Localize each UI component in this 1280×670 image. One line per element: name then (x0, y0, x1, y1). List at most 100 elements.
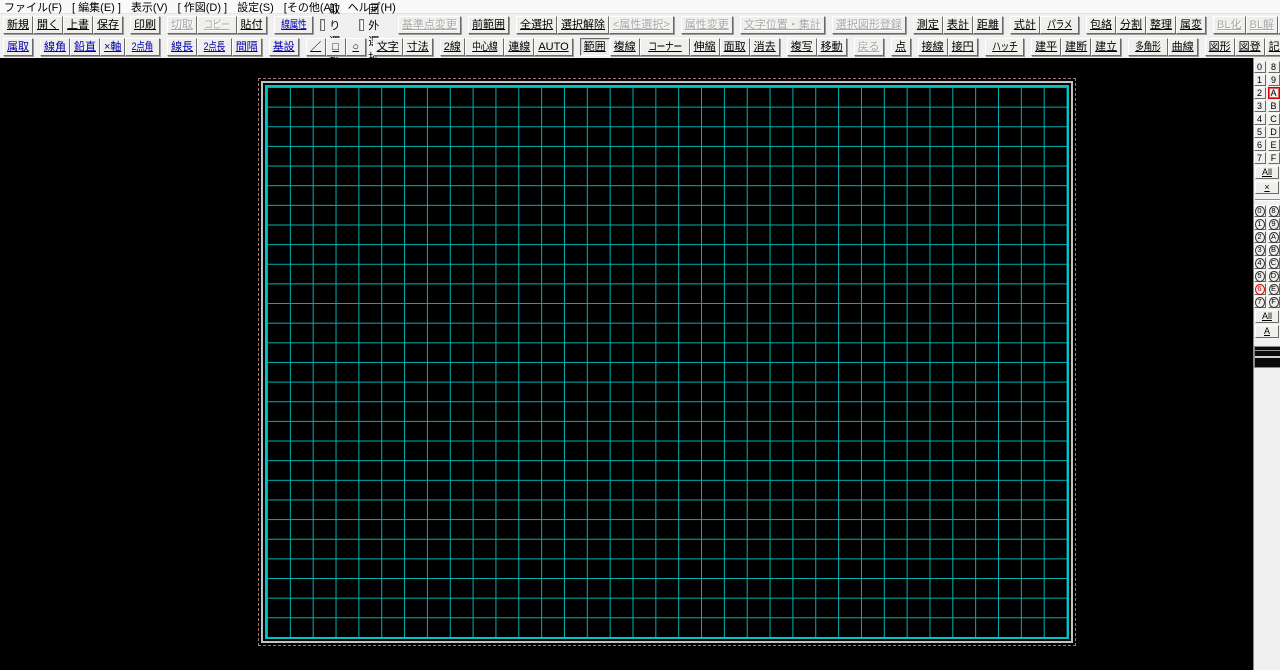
layer-btn-8[interactable]: 8 (1267, 61, 1280, 73)
copy-shape-button[interactable]: 複写 (786, 38, 817, 56)
layer-group-btn-0[interactable]: 0 (1253, 205, 1266, 217)
double-line-button[interactable]: 2線 (439, 38, 465, 56)
layer-btn-C[interactable]: C (1267, 113, 1280, 125)
previous-range-button[interactable]: 前範囲 (468, 16, 509, 34)
line-attribute-swatch[interactable] (1253, 346, 1280, 368)
tidy-button[interactable]: 整理 (1146, 16, 1177, 34)
layers-all-button[interactable]: All (1255, 166, 1279, 179)
layer-btn-7[interactable]: 7 (1253, 152, 1266, 164)
layer-btn-5[interactable]: 5 (1253, 126, 1266, 138)
layer-btn-2[interactable]: 2 (1253, 87, 1266, 99)
layer-groups-a-button[interactable]: A (1255, 325, 1279, 338)
table-calc-button[interactable]: 表計 (942, 16, 973, 34)
text-tool-button[interactable]: 文字 (372, 38, 403, 56)
corner-button[interactable]: コーナー (639, 38, 690, 56)
measure-button[interactable]: 測定 (912, 16, 943, 34)
tangent-line-button[interactable]: 接線 (917, 38, 948, 56)
menu-view[interactable]: 表示(V) (131, 0, 168, 15)
line-attribute-button[interactable]: 線属性 (273, 16, 313, 34)
layer-group-btn-7[interactable]: 7 (1253, 296, 1266, 308)
drawing-canvas[interactable] (0, 58, 1253, 670)
layer-btn-3[interactable]: 3 (1253, 100, 1266, 112)
layer-btn-A[interactable]: A (1267, 87, 1280, 99)
shape-register-button[interactable]: 図登 (1234, 38, 1265, 56)
attr-modify-button[interactable]: 属変 (1176, 16, 1207, 34)
chamfer-button[interactable]: 面取 (719, 38, 750, 56)
menu-settings[interactable]: 設定(S) (237, 0, 274, 15)
save-button[interactable]: 保存 (93, 16, 123, 34)
layer-btn-1[interactable]: 1 (1253, 74, 1266, 86)
envelope-button[interactable]: 包絡 (1086, 16, 1117, 34)
layer-btn-9[interactable]: 9 (1267, 74, 1280, 86)
layer-btn-F[interactable]: F (1267, 152, 1280, 164)
perpendicular-button[interactable]: 鉛直 (70, 38, 100, 56)
point-button[interactable]: 点 (890, 38, 911, 56)
line-angle-button[interactable]: 線角 (40, 38, 70, 56)
layer-btn-D[interactable]: D (1267, 126, 1280, 138)
arch-plan-button[interactable]: 建平 (1031, 38, 1062, 56)
layer-group-btn-9[interactable]: 9 (1267, 218, 1280, 230)
layer-group-btn-D[interactable]: D (1267, 270, 1280, 282)
divide-button[interactable]: 分割 (1116, 16, 1147, 34)
layer-group-btn-8[interactable]: 8 (1267, 205, 1280, 217)
range-select-button[interactable]: 範囲 (579, 38, 610, 56)
layer-group-btn-F[interactable]: F (1267, 296, 1280, 308)
two-point-length-button[interactable]: 2点長 (197, 38, 232, 56)
layers-clear-button[interactable]: × (1255, 181, 1279, 194)
select-all-button[interactable]: 全選択 (516, 16, 557, 34)
attr-pick-button[interactable]: 属取 (3, 38, 33, 56)
layer-group-btn-2[interactable]: 2 (1253, 231, 1266, 243)
base-settings-button[interactable]: 基設 (268, 38, 299, 56)
hatch-button[interactable]: ハッチ (984, 38, 1025, 56)
menu-draw[interactable]: [ 作図(D) ] (178, 0, 228, 15)
shape-button[interactable]: 図形 (1204, 38, 1235, 56)
interval-button[interactable]: 間隔 (231, 38, 262, 56)
tangent-circle-button[interactable]: 接円 (947, 38, 978, 56)
layer-btn-4[interactable]: 4 (1253, 113, 1266, 125)
overwrite-button[interactable]: 上書 (63, 16, 93, 34)
layer-group-btn-A[interactable]: A (1267, 231, 1280, 243)
curve-button[interactable]: 曲線 (1167, 38, 1198, 56)
menu-edit[interactable]: [ 編集(E) ] (72, 0, 121, 15)
layer-group-btn-C[interactable]: C (1267, 257, 1280, 269)
layer-btn-B[interactable]: B (1267, 100, 1280, 112)
paste-button[interactable]: 貼付 (236, 16, 267, 34)
formula-calc-button[interactable]: 式計 (1009, 16, 1040, 34)
rectangle-button[interactable]: □ (325, 38, 346, 56)
polygon-button[interactable]: 多角形 (1128, 38, 1168, 56)
arch-elevation-button[interactable]: 建立 (1091, 38, 1122, 56)
centerline-button[interactable]: 中心線 (464, 38, 505, 56)
layer-groups-all-button[interactable]: All (1255, 310, 1279, 323)
layer-group-btn-B[interactable]: B (1267, 244, 1280, 256)
arch-section-button[interactable]: 建断 (1061, 38, 1092, 56)
distance-button[interactable]: 距離 (972, 16, 1003, 34)
two-point-angle-button[interactable]: 2点角 (125, 38, 161, 56)
line-length-button[interactable]: 線長 (167, 38, 198, 56)
layer-group-btn-5[interactable]: 5 (1253, 270, 1266, 282)
layer-group-btn-1[interactable]: 1 (1253, 218, 1266, 230)
menu-file[interactable]: ファイル(F) (4, 0, 62, 15)
layer-group-btn-6[interactable]: 6 (1253, 283, 1266, 295)
extend-trim-button[interactable]: 伸縮 (689, 38, 720, 56)
dimension-tool-button[interactable]: 寸法 (402, 38, 433, 56)
auto-mode-button[interactable]: AUTO (534, 38, 573, 56)
slash-button[interactable]: ／ (305, 38, 326, 56)
layer-group-btn-E[interactable]: E (1267, 283, 1280, 295)
layer-btn-6[interactable]: 6 (1253, 139, 1266, 151)
deselect-button[interactable]: 選択解除 (557, 16, 609, 34)
layer-group-btn-3[interactable]: 3 (1253, 244, 1266, 256)
parallel-line-button[interactable]: 複線 (609, 38, 640, 56)
layer-group-btn-4[interactable]: 4 (1253, 257, 1266, 269)
move-button[interactable]: 移動 (816, 38, 847, 56)
open-button[interactable]: 開く (33, 16, 63, 34)
x-axis-button[interactable]: ×軸 (100, 38, 126, 56)
layer-btn-0[interactable]: 0 (1253, 61, 1266, 73)
new-button[interactable]: 新規 (3, 16, 33, 34)
circle-button[interactable]: ○ (345, 38, 366, 56)
erase-button[interactable]: 消去 (749, 38, 780, 56)
polyline-button[interactable]: 連線 (504, 38, 535, 56)
layer-btn-E[interactable]: E (1267, 139, 1280, 151)
parametric-button[interactable]: パラメ (1039, 16, 1080, 34)
print-button[interactable]: 印刷 (130, 16, 160, 34)
text-change-button[interactable]: 記変 (1264, 38, 1280, 56)
